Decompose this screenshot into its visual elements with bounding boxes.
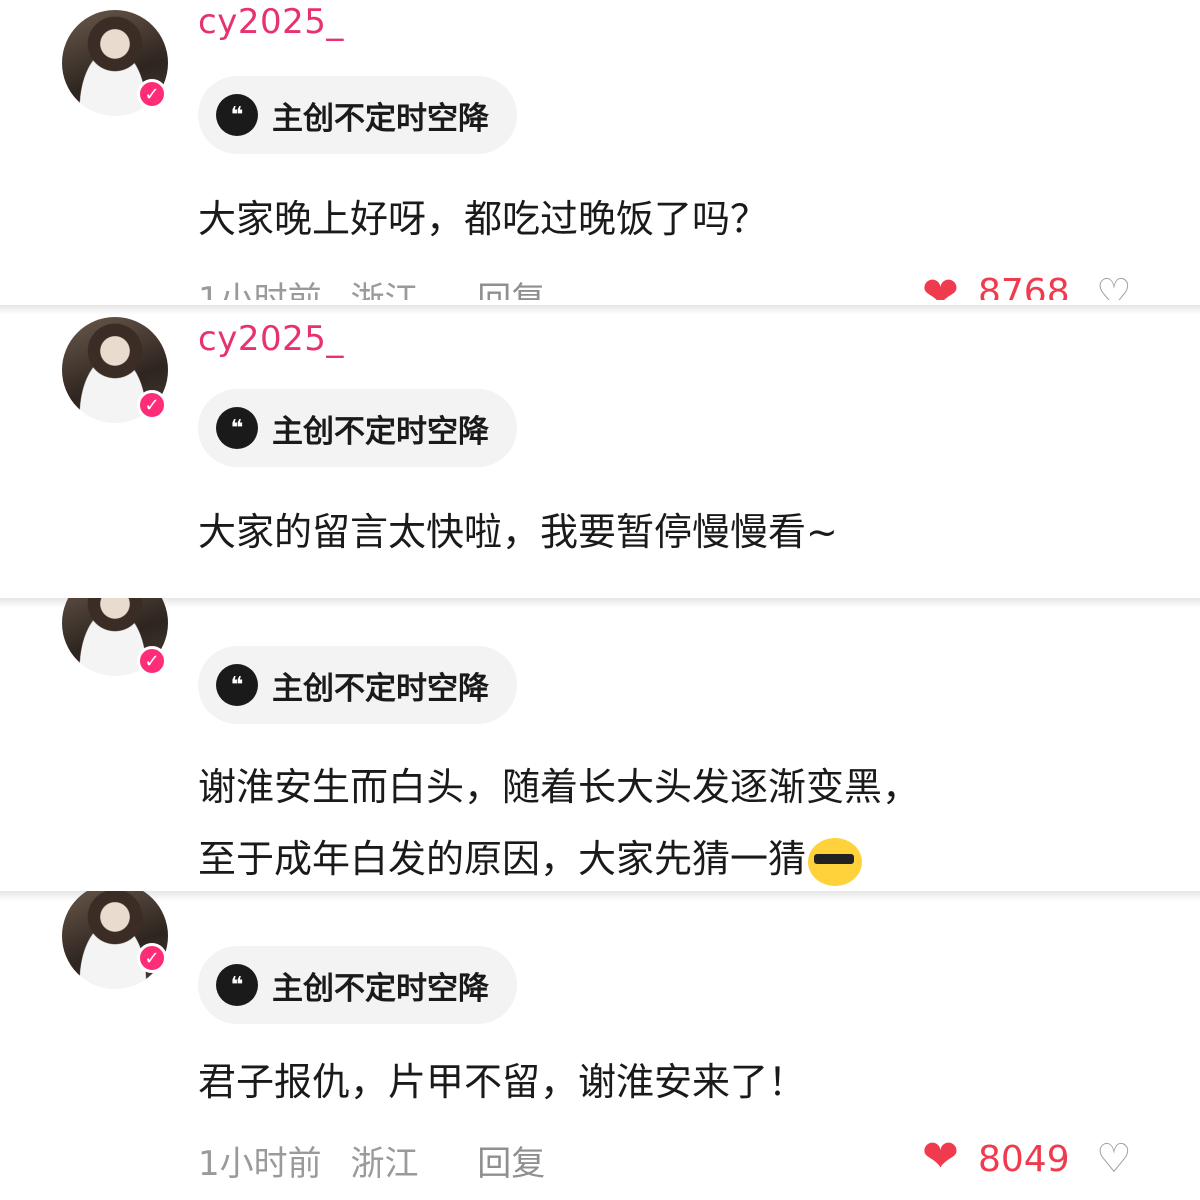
like-count: 8049 [978,1139,1070,1180]
username[interactable]: cy2025_ [198,2,344,42]
comment-location: 浙江 [350,280,419,300]
quote-bubble-icon: ❝ [216,407,258,449]
creator-tag-label: 主创不定时空降 [272,413,489,450]
verified-badge-icon: ✓ [137,79,167,109]
comment-meta: 1小时前 浙江 回复 [198,272,563,300]
creator-tag: ❝ 主创不定时空降 [198,946,517,1024]
reply-button[interactable]: 回复 [477,280,545,300]
comment-location: 浙江 [350,1144,419,1184]
username[interactable]: cy2025_ [198,319,344,359]
comment-text: 大家的留言太快啦，我要暂停慢慢看~ [198,510,838,554]
quote-bubble-icon: ❝ [216,664,258,706]
comment-card-3: ✓ ❝ 主创不定时空降 谢淮安生而白头，随着长大头发逐渐变黑， 至于成年白发的原… [0,598,1200,886]
creator-tag: ❝ 主创不定时空降 [198,389,517,467]
quote-bubble-icon: ❝ [216,964,258,1006]
broken-heart-icon[interactable]: ♡ [1096,1139,1136,1179]
comment-card-4: ✓ ❝ 主创不定时空降 君子报仇，片甲不留，谢淮安来了！ 1小时前 浙江 回复 … [0,891,1200,1200]
verified-badge-icon: ✓ [137,646,167,676]
verified-badge-icon: ✓ [137,390,167,420]
quote-bubble-icon: ❝ [216,94,258,136]
avatar[interactable] [62,891,168,989]
comment-time: 1小时前 [198,1144,322,1184]
heart-icon[interactable]: ❤ [922,272,959,301]
comment-card-1: ✓ cy2025_ ❝ 主创不定时空降 大家晚上好呀，都吃过晚饭了吗？ 1小时前… [0,0,1200,300]
comment-time: 1小时前 [198,280,322,300]
comment-meta: 1小时前 浙江 回复 [198,1136,563,1185]
comment-text: 大家晚上好呀，都吃过晚饭了吗？ [198,197,769,241]
creator-tag-label: 主创不定时空降 [272,670,489,707]
heart-icon[interactable]: ❤ [922,1135,959,1179]
verified-badge-icon: ✓ [137,943,167,973]
comment-text-line-1: 谢淮安生而白头，随着长大头发逐渐变黑， [198,765,921,809]
comment-card-2: ✓ cy2025_ ❝ 主创不定时空降 大家的留言太快啦，我要暂停慢慢看~ [0,305,1200,593]
creator-tag: ❝ 主创不定时空降 [198,646,517,724]
sunglasses-emoji-icon [808,837,863,886]
comment-text-line-2: 至于成年白发的原因，大家先猜一猜 [198,828,863,886]
creator-tag: ❝ 主创不定时空降 [198,76,517,154]
like-count: 8768 [978,272,1070,300]
comment-text-line-2-text: 至于成年白发的原因，大家先猜一猜 [198,837,807,881]
reply-button[interactable]: 回复 [477,1144,545,1184]
creator-tag-label: 主创不定时空降 [272,970,489,1007]
creator-tag-label: 主创不定时空降 [272,100,489,137]
comment-text: 君子报仇，片甲不留，谢淮安来了！ [198,1060,807,1104]
broken-heart-icon[interactable]: ♡ [1096,274,1136,300]
